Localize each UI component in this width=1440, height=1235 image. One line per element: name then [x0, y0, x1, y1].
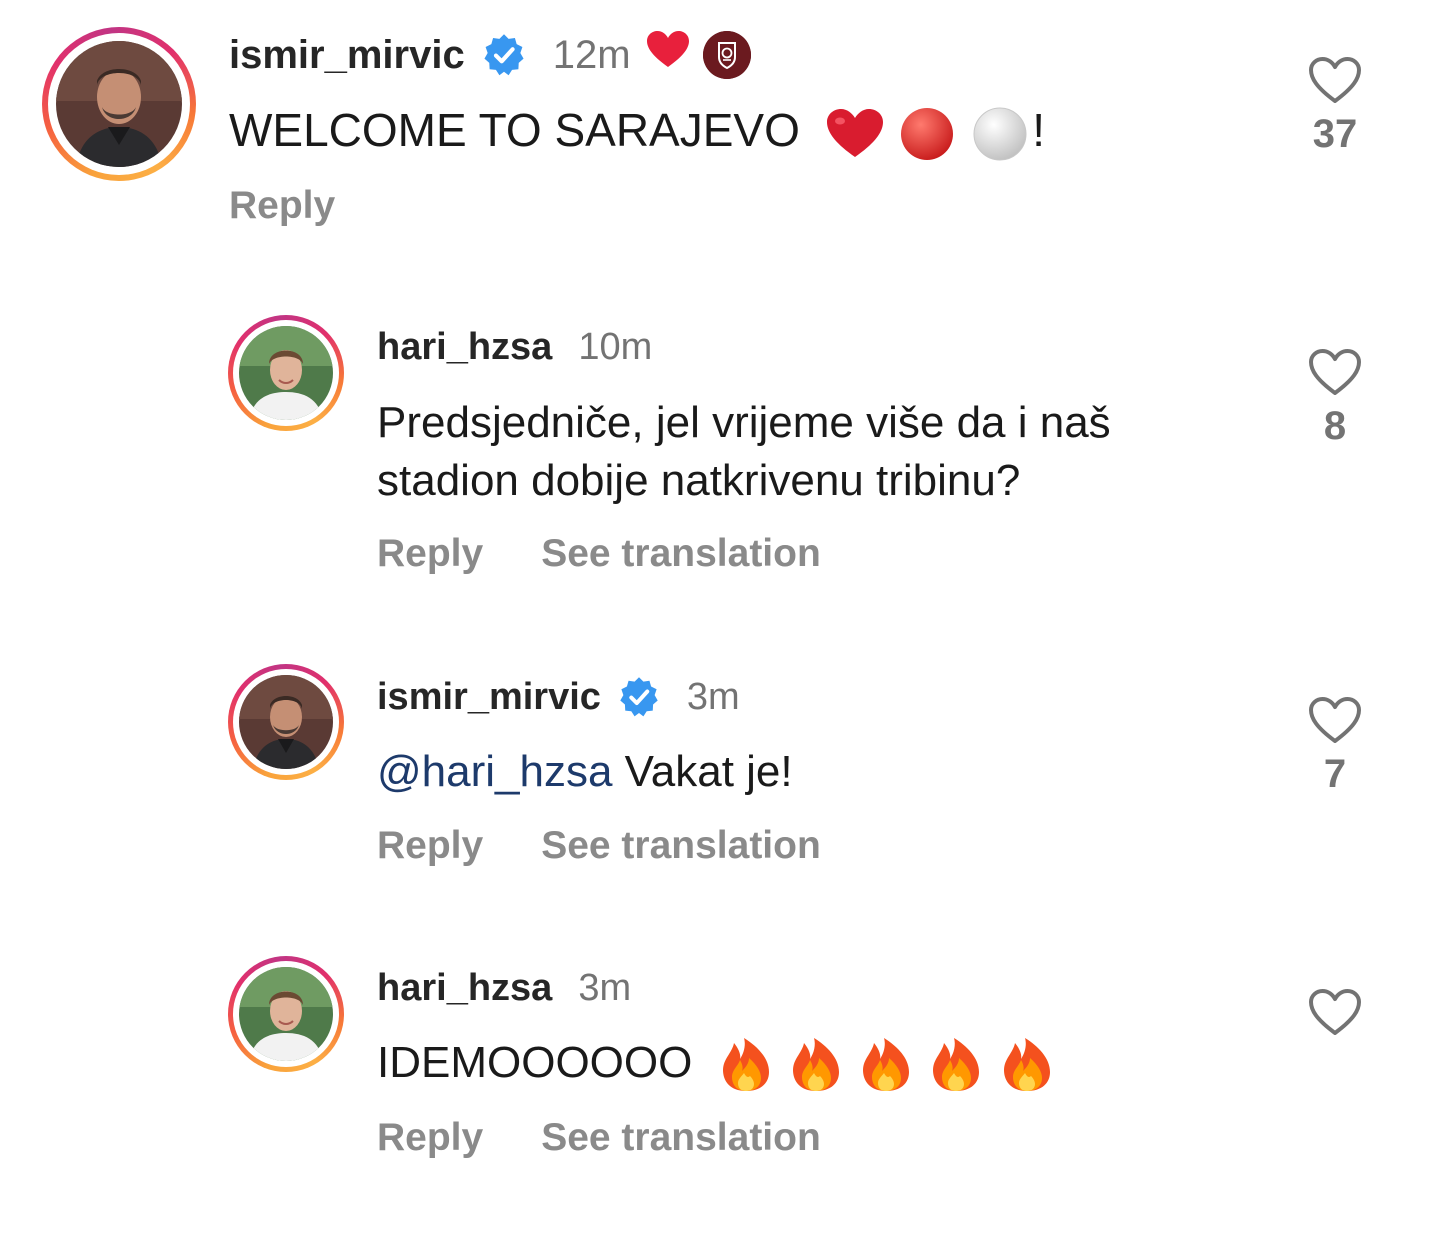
username[interactable]: ismir_mirvic [377, 676, 601, 719]
timestamp: 3m [686, 675, 740, 718]
story-ring[interactable] [42, 27, 196, 181]
comment-text-line: stadion dobije natkrivenu tribinu? [377, 456, 1021, 505]
reply-button[interactable]: Reply [377, 824, 483, 868]
timestamp: 10m [578, 325, 653, 368]
heart-outline-icon [1309, 989, 1361, 1035]
white-circle-emoji [972, 106, 1028, 162]
verified-badge-icon [481, 32, 527, 78]
like-button[interactable]: 37 [1295, 56, 1375, 157]
avatar[interactable] [56, 41, 182, 167]
see-translation-button[interactable]: See translation [541, 1116, 821, 1160]
like-count: 37 [1312, 112, 1358, 156]
like-button[interactable]: 7 [1295, 696, 1375, 797]
red-heart-emoji [826, 108, 883, 159]
like-count: 7 [1323, 752, 1347, 796]
club-crest-icon [702, 31, 751, 79]
mention-link[interactable]: @hari_hzsa [377, 747, 612, 796]
comment-item: ismir_mirvic 3m @hari_hzsa Vakat je! Rep… [0, 650, 1440, 920]
fire-emoji [1000, 1037, 1054, 1093]
comment-text-suffix: ! [1032, 104, 1045, 156]
like-button[interactable]: 8 [1295, 348, 1375, 449]
story-ring[interactable] [228, 315, 344, 431]
timestamp: 3m [578, 966, 632, 1009]
fire-emoji [789, 1037, 843, 1093]
see-translation-button[interactable]: See translation [541, 824, 821, 868]
verified-badge-icon [617, 675, 661, 719]
username[interactable]: hari_hzsa [377, 967, 552, 1010]
avatar[interactable] [239, 326, 333, 420]
red-circle-emoji [899, 106, 955, 162]
reply-button[interactable]: Reply [229, 184, 335, 228]
like-count: 8 [1323, 404, 1347, 448]
comment-item: hari_hzsa 10m Predsjedniče, jel vrijeme … [0, 300, 1440, 620]
like-button[interactable] [1295, 988, 1375, 1036]
avatar[interactable] [239, 967, 333, 1061]
story-ring[interactable] [228, 956, 344, 1072]
comment-text: IDEMOOOOOO [377, 1038, 693, 1087]
comment-text: Vakat je! [612, 747, 793, 796]
fire-emoji [719, 1037, 773, 1093]
comment-text-line: Predsjedniče, jel vrijeme više da i naš [377, 398, 1111, 447]
fire-emoji [929, 1037, 983, 1093]
timestamp: 12m [552, 32, 631, 77]
fire-emoji [859, 1037, 913, 1093]
reply-button[interactable]: Reply [377, 532, 483, 576]
reply-button[interactable]: Reply [377, 1116, 483, 1160]
comment-text: WELCOME TO SARAJEVO [229, 104, 800, 156]
comment-item: ismir_mirvic 12m WELCOME TO SARAJEVO ! R… [0, 0, 1440, 260]
see-translation-button[interactable]: See translation [541, 532, 821, 576]
username[interactable]: ismir_mirvic [229, 33, 465, 78]
heart-outline-icon [1309, 349, 1361, 395]
red-heart-icon [646, 31, 689, 79]
username[interactable]: hari_hzsa [377, 326, 552, 369]
heart-outline-icon [1309, 697, 1361, 743]
comment-item: hari_hzsa 3m IDEMOOOOOO Reply See transl… [0, 940, 1440, 1200]
avatar[interactable] [239, 675, 333, 769]
story-ring[interactable] [228, 664, 344, 780]
heart-outline-icon [1309, 57, 1361, 103]
